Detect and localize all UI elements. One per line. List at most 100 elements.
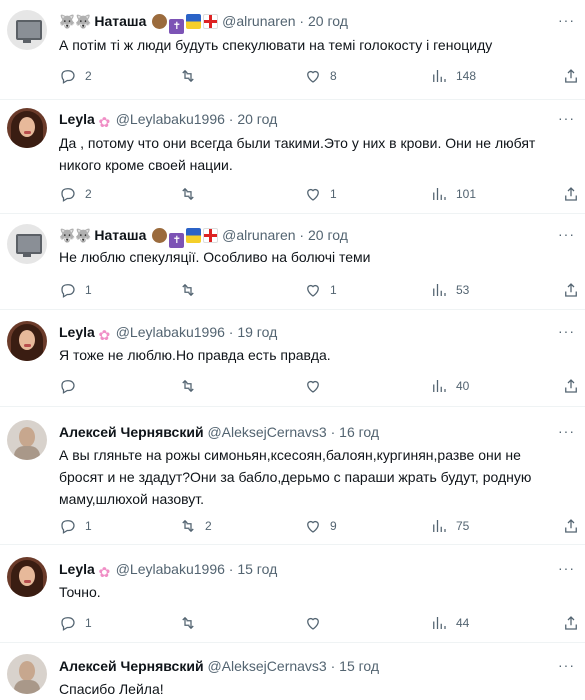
flower-emoji-icon: ✿ xyxy=(98,114,111,130)
share-button[interactable] xyxy=(562,66,580,86)
share-button[interactable] xyxy=(562,184,580,204)
reply-icon xyxy=(61,188,75,202)
tweet-header: Leyla ✿ @Leylabaku1996 · 15 год xyxy=(59,561,278,580)
avatar[interactable] xyxy=(7,557,47,597)
more-options-icon[interactable]: ··· xyxy=(558,323,575,339)
views-count: 53 xyxy=(456,283,470,297)
author-name[interactable]: Наташа xyxy=(94,13,146,29)
more-options-icon[interactable]: ··· xyxy=(558,560,575,576)
share-button[interactable] xyxy=(562,613,580,633)
reply-count: 1 xyxy=(85,519,92,533)
ukraine-flag-icon xyxy=(186,228,202,243)
retweet-icon xyxy=(182,69,194,83)
author-handle[interactable]: @Leylabaku1996 xyxy=(116,111,225,127)
retweet-button[interactable] xyxy=(179,613,205,633)
views-button[interactable]: 40 xyxy=(430,376,469,396)
author-handle[interactable]: @AleksejCernavs3 xyxy=(207,424,326,440)
more-options-icon[interactable]: ··· xyxy=(558,657,575,673)
reply-button[interactable]: 1 xyxy=(59,280,92,300)
author-handle[interactable]: @alrunaren xyxy=(222,13,295,29)
views-icon xyxy=(433,284,446,296)
views-count: 40 xyxy=(456,379,470,393)
like-button[interactable] xyxy=(304,613,330,633)
views-button[interactable]: 101 xyxy=(430,184,476,204)
more-options-icon[interactable]: ··· xyxy=(558,12,575,28)
author-handle[interactable]: @AleksejCernavs3 xyxy=(207,658,326,674)
share-button[interactable] xyxy=(562,516,580,536)
views-button[interactable]: 75 xyxy=(430,516,469,536)
timestamp[interactable]: 19 год xyxy=(237,324,277,340)
retweet-button[interactable] xyxy=(179,376,205,396)
author-handle[interactable]: @Leylabaku1996 xyxy=(116,324,225,340)
more-options-icon[interactable]: ··· xyxy=(558,423,575,439)
author-handle[interactable]: @Leylabaku1996 xyxy=(116,561,225,577)
author-name[interactable]: Наташа xyxy=(94,227,146,243)
avatar[interactable] xyxy=(7,108,47,148)
tweet[interactable]: Leyla ✿ @Leylabaku1996 · 20 год ··· Да , … xyxy=(0,100,585,213)
views-icon xyxy=(433,70,446,82)
heart-icon xyxy=(307,617,319,630)
like-button[interactable]: 1 xyxy=(304,280,337,300)
avatar[interactable] xyxy=(7,321,47,361)
share-button[interactable] xyxy=(562,280,580,300)
tweet[interactable]: 🐺🐺 Наташа ✝ @alrunaren · 20 год ··· А пот… xyxy=(0,0,585,100)
timestamp[interactable]: 15 год xyxy=(237,561,277,577)
retweet-icon xyxy=(182,616,194,630)
like-button[interactable]: 8 xyxy=(304,66,337,86)
share-button[interactable] xyxy=(562,376,580,396)
views-button[interactable]: 148 xyxy=(430,66,476,86)
author-name[interactable]: Leyla xyxy=(59,561,95,577)
views-button[interactable]: 44 xyxy=(430,613,469,633)
avatar[interactable] xyxy=(7,10,47,50)
avatar[interactable] xyxy=(7,224,47,264)
heart-icon xyxy=(307,284,319,297)
timestamp[interactable]: 16 год xyxy=(339,424,379,440)
tweet-header: Алексей Чернявский @AleksejCernavs3 · 16… xyxy=(59,424,380,440)
author-name[interactable]: Алексей Чернявский xyxy=(59,424,204,440)
reply-button[interactable]: 1 xyxy=(59,516,92,536)
retweet-button[interactable] xyxy=(179,184,205,204)
retweet-icon xyxy=(182,519,194,533)
retweet-button[interactable]: 2 xyxy=(179,516,212,536)
share-icon xyxy=(565,69,577,83)
reply-button[interactable]: 2 xyxy=(59,184,92,204)
timestamp[interactable]: 20 год xyxy=(308,13,348,29)
timestamp[interactable]: 20 год xyxy=(308,227,348,243)
avatar[interactable] xyxy=(7,420,47,460)
like-count: 1 xyxy=(330,187,337,201)
views-button[interactable]: 53 xyxy=(430,280,469,300)
tweet[interactable]: Leyla ✿ @Leylabaku1996 · 19 год ··· Я тож… xyxy=(0,310,585,407)
retweet-button[interactable] xyxy=(179,66,205,86)
tweet[interactable]: Алексей Чернявский @AleksejCernavs3 · 15… xyxy=(0,643,585,700)
more-options-icon[interactable]: ··· xyxy=(558,110,575,126)
tweet[interactable]: Leyla ✿ @Leylabaku1996 · 15 год ··· Точно… xyxy=(0,545,585,642)
flower-emoji-icon: ✿ xyxy=(98,564,111,580)
reply-button[interactable]: 1 xyxy=(59,613,92,633)
timestamp[interactable]: 15 год xyxy=(339,658,379,674)
tweet-text: Спасибо Лейла! xyxy=(59,681,164,697)
author-handle[interactable]: @alrunaren xyxy=(222,227,295,243)
views-icon xyxy=(433,380,446,392)
like-count: 1 xyxy=(330,283,337,297)
retweet-icon xyxy=(182,379,194,393)
more-options-icon[interactable]: ··· xyxy=(558,226,575,242)
author-name[interactable]: Leyla xyxy=(59,111,95,127)
tweet[interactable]: Алексей Чернявский @AleksejCernavs3 · 16… xyxy=(0,407,585,544)
reply-button[interactable] xyxy=(59,376,85,396)
like-button[interactable]: 9 xyxy=(304,516,337,536)
tweet[interactable]: 🐺🐺 Наташа ✝ @alrunaren · 20 год ··· Не лю… xyxy=(0,214,585,310)
avatar[interactable] xyxy=(7,654,47,694)
like-button[interactable]: 1 xyxy=(304,184,337,204)
heart-icon xyxy=(307,188,319,201)
views-icon xyxy=(433,617,446,629)
reply-count: 1 xyxy=(85,616,92,630)
like-button[interactable] xyxy=(304,376,330,396)
reply-button[interactable]: 2 xyxy=(59,66,92,86)
author-name[interactable]: Алексей Чернявский xyxy=(59,658,204,674)
reply-icon xyxy=(61,617,75,631)
reply-icon xyxy=(61,380,75,394)
author-name[interactable]: Leyla xyxy=(59,324,95,340)
tweet-text: А вы гляньте на рожы симоньян,ксесоян,ба… xyxy=(59,447,532,507)
timestamp[interactable]: 20 год xyxy=(237,111,277,127)
retweet-button[interactable] xyxy=(179,280,205,300)
